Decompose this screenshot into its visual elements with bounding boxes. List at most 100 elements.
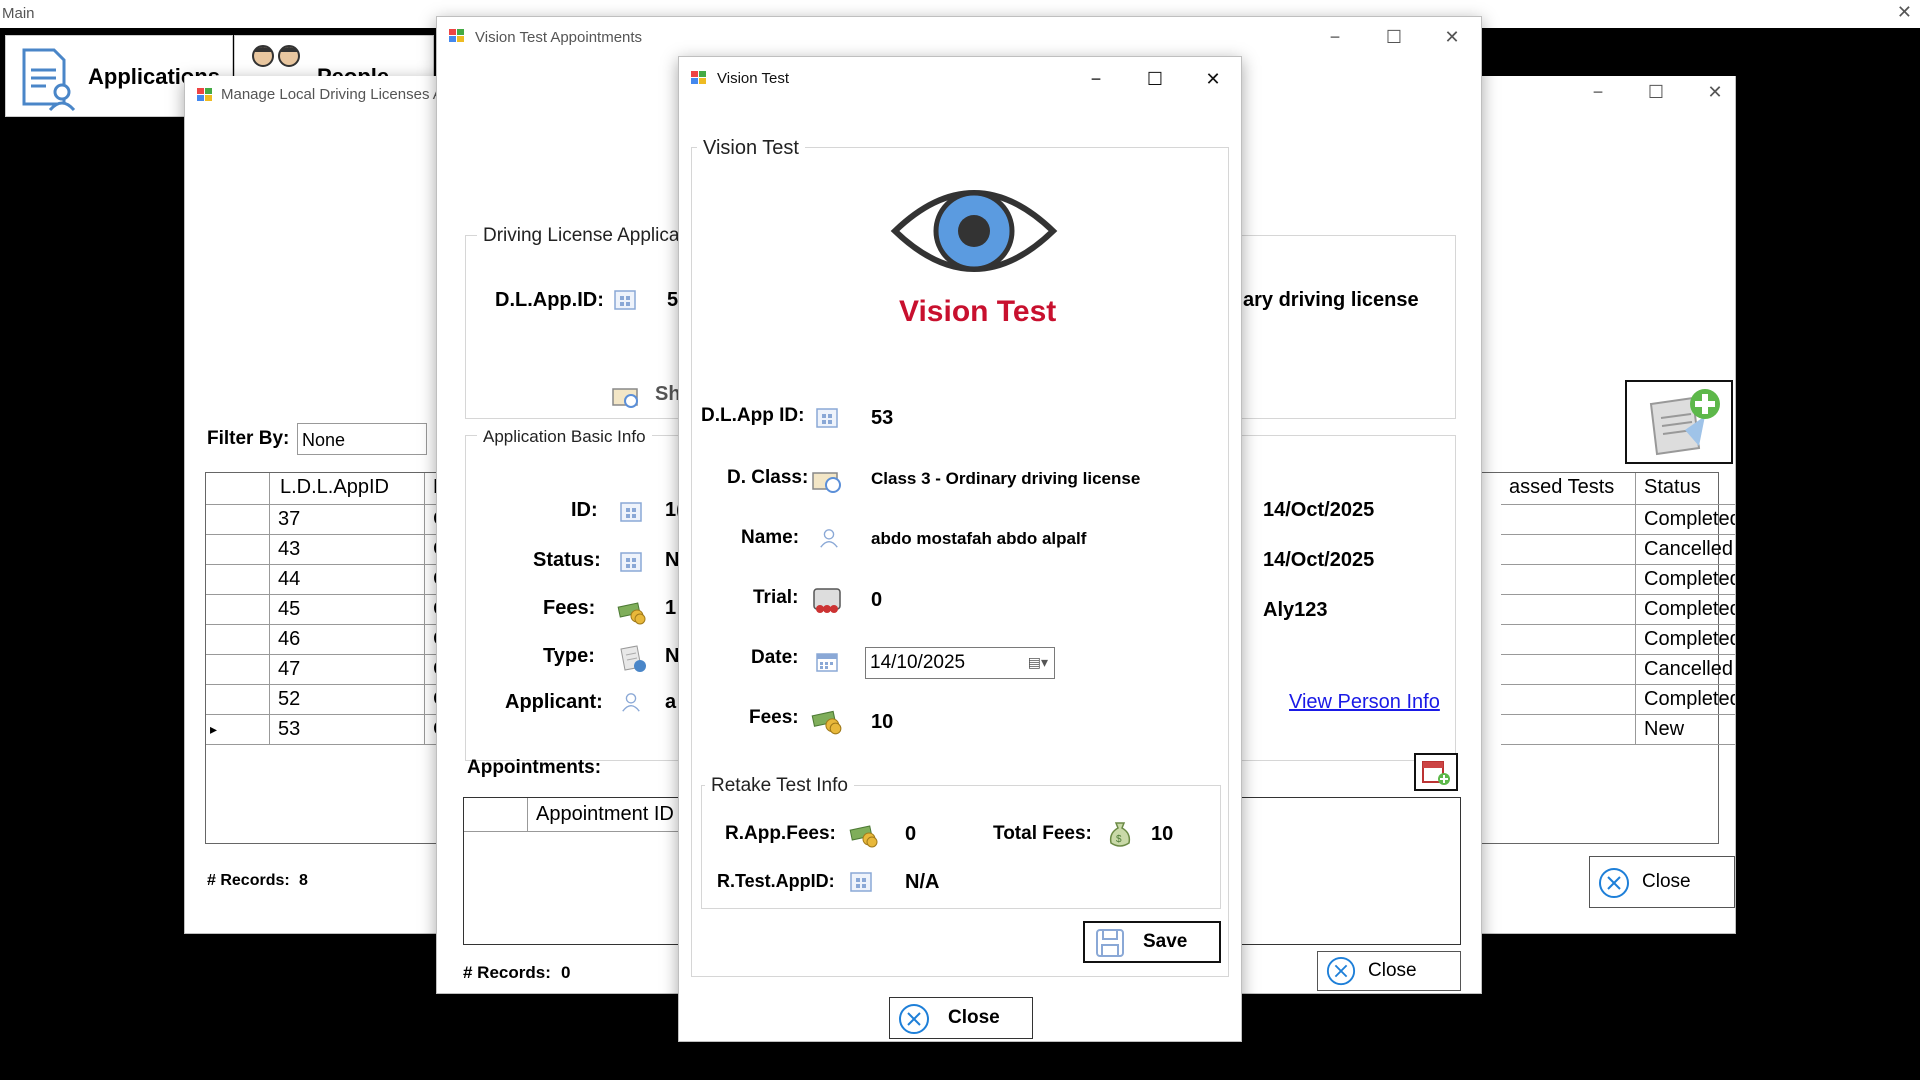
close-icon[interactable]: ✕ — [1200, 67, 1226, 91]
grid-header-ldlappid[interactable]: L.D.L.AppID — [270, 473, 425, 505]
table-row-header[interactable] — [206, 565, 270, 595]
table-cell-status[interactable]: Completed — [1636, 595, 1735, 625]
person-icon — [820, 529, 838, 548]
save-button[interactable]: Save — [1083, 921, 1221, 963]
rtest-appid-value: N/A — [905, 871, 940, 893]
id-card-icon — [850, 872, 872, 892]
table-row-header[interactable]: ▸ — [206, 715, 270, 745]
vt-date-picker[interactable]: 14/10/2025 ▤▾ — [865, 647, 1055, 679]
table-cell-passed-tests[interactable] — [1501, 535, 1636, 565]
filter-by-label: Filter By: — [207, 428, 290, 449]
appointments-grid-header-id[interactable]: Appointment ID — [528, 798, 688, 832]
table-row-header[interactable] — [206, 685, 270, 715]
table-cell-status[interactable]: Completed — [1636, 565, 1735, 595]
close-circle-icon — [1326, 956, 1356, 986]
total-fees-label: Total Fees: — [993, 823, 1092, 844]
basic-fees-label: Fees: — [543, 597, 596, 619]
vision-test-titlebar: Vision Test − ☐ ✕ — [679, 57, 1241, 99]
vt-class-label: D. Class: — [727, 467, 809, 488]
table-cell-status[interactable]: Cancelled — [1636, 655, 1735, 685]
view-person-info-link[interactable]: View Person Info — [1289, 691, 1440, 714]
table-cell-ldlappid[interactable]: 47 — [270, 655, 425, 685]
table-cell-status[interactable]: Completed — [1636, 685, 1735, 715]
minimize-icon[interactable]: − — [1585, 80, 1611, 104]
grid-header-status[interactable]: Status — [1636, 473, 1735, 505]
close-icon[interactable]: ✕ — [1702, 80, 1728, 104]
table-cell-ldlappid[interactable]: 44 — [270, 565, 425, 595]
basic-created-by-value: Aly123 — [1263, 599, 1328, 621]
eye-icon — [890, 190, 1058, 272]
status-icon — [620, 552, 642, 572]
main-close-icon[interactable]: ✕ — [1897, 2, 1912, 23]
appointments-label: Appointments: — [467, 757, 602, 778]
table-row-header[interactable] — [206, 505, 270, 535]
calendar-icon — [816, 653, 838, 672]
add-appointment-button[interactable] — [1414, 753, 1458, 791]
money-icon — [617, 602, 646, 625]
vt-name-label: Name: — [741, 527, 800, 548]
table-cell-ldlappid[interactable]: 46 — [270, 625, 425, 655]
id-card-icon — [620, 502, 642, 522]
maximize-icon[interactable]: ☐ — [1381, 25, 1407, 49]
table-cell-passed-tests[interactable] — [1501, 505, 1636, 535]
manage-records-value: 8 — [299, 872, 308, 889]
minimize-icon[interactable]: − — [1322, 25, 1348, 49]
close-circle-icon — [899, 1004, 929, 1034]
appointments-titlebar: Vision Test Appointments − ☐ ✕ — [437, 17, 1481, 57]
filter-select[interactable]: None — [297, 423, 427, 455]
table-cell-status[interactable]: Cancelled — [1636, 535, 1735, 565]
table-cell-ldlappid[interactable]: 52 — [270, 685, 425, 715]
row-selector-icon: ▸ — [210, 721, 218, 737]
grid-header-passed-tests[interactable]: assed Tests — [1501, 473, 1636, 505]
maximize-icon[interactable]: ☐ — [1643, 80, 1669, 104]
person-icon — [622, 693, 640, 712]
close-icon[interactable]: ✕ — [1439, 25, 1465, 49]
vt-trial-value: 0 — [871, 589, 883, 611]
table-row-header[interactable] — [206, 655, 270, 685]
table-cell-status[interactable]: Completed — [1636, 625, 1735, 655]
calendar-dropdown-icon[interactable]: ▤▾ — [1028, 654, 1048, 671]
basic-status-date-value: 14/Oct/2025 — [1263, 549, 1375, 571]
svg-text:$: $ — [1116, 834, 1122, 845]
dl-app-id-label: D.L.App.ID: — [495, 289, 604, 311]
table-cell-ldlappid[interactable]: 37 — [270, 505, 425, 535]
appointments-records-value: 0 — [561, 963, 571, 982]
table-row-header[interactable] — [206, 625, 270, 655]
table-cell-ldlappid[interactable]: 43 — [270, 535, 425, 565]
table-cell-status[interactable]: New — [1636, 715, 1735, 745]
appointments-close-button[interactable]: Close — [1317, 951, 1461, 991]
table-cell-passed-tests[interactable] — [1501, 655, 1636, 685]
main-title: Main — [2, 5, 35, 22]
show-license-link[interactable]: Sh — [655, 383, 681, 406]
table-cell-passed-tests[interactable] — [1501, 595, 1636, 625]
maximize-icon[interactable]: ☐ — [1142, 67, 1168, 91]
table-cell-status[interactable]: Completed — [1636, 505, 1735, 535]
id-card-icon — [816, 408, 838, 428]
save-icon — [1096, 929, 1124, 957]
appointments-grid-rowhead — [464, 798, 528, 832]
manage-close-button[interactable]: Close — [1589, 856, 1735, 908]
table-cell-ldlappid[interactable]: 45 — [270, 595, 425, 625]
basic-date-value: 14/Oct/2025 — [1263, 499, 1375, 521]
vision-test-window-title: Vision Test — [717, 70, 789, 87]
table-cell-passed-tests[interactable] — [1501, 685, 1636, 715]
add-application-button[interactable] — [1625, 380, 1733, 464]
table-cell-passed-tests[interactable] — [1501, 715, 1636, 745]
vision-test-close-button[interactable]: Close — [889, 997, 1033, 1039]
table-cell-ldlappid[interactable]: 53 — [270, 715, 425, 745]
rapp-fees-label: R.App.Fees: — [725, 823, 836, 844]
rtest-appid-label: R.Test.AppID: — [717, 871, 835, 891]
trial-icon — [813, 588, 841, 613]
vt-date-label: Date: — [751, 647, 799, 668]
table-row-header[interactable] — [206, 535, 270, 565]
money-icon — [849, 825, 878, 848]
table-cell-passed-tests[interactable] — [1501, 565, 1636, 595]
table-row-header[interactable] — [206, 595, 270, 625]
license-card-icon — [812, 472, 841, 493]
table-cell-passed-tests[interactable] — [1501, 625, 1636, 655]
id-card-icon — [614, 290, 636, 310]
vt-dl-app-id-label: D.L.App ID: — [701, 405, 805, 426]
close-circle-icon — [1599, 868, 1629, 898]
manage-close-label: Close — [1642, 871, 1691, 892]
minimize-icon[interactable]: − — [1083, 67, 1109, 91]
